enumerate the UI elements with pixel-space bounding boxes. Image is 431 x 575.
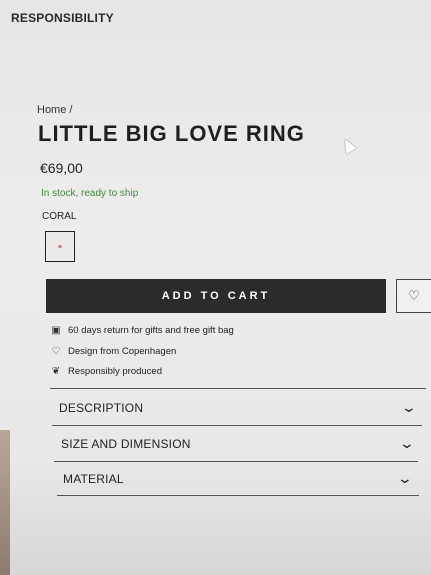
heart-icon: ♡: [408, 288, 420, 303]
feature-responsible: ❦ Responsibly produced: [50, 366, 162, 377]
stock-status: In stock, ready to ship: [41, 188, 139, 199]
accordion-label: MATERIAL: [63, 471, 124, 486]
accordion-size-and-dimension[interactable]: SIZE AND DIMENSION ⌄: [61, 435, 416, 452]
color-label: CORAL: [42, 211, 77, 222]
gift-icon: ▣: [51, 325, 61, 336]
accordion-description[interactable]: DESCRIPTION ⌄: [59, 399, 418, 416]
swatch-dot: [58, 245, 62, 248]
feature-text: 60 days return for gifts and free gift b…: [68, 325, 234, 336]
heart-icon: ♡: [51, 346, 61, 357]
background-edge: [0, 430, 10, 575]
chevron-down-icon: ⌄: [400, 399, 418, 415]
leaf-icon: ❦: [51, 366, 61, 377]
divider: [57, 495, 419, 496]
add-to-cart-button[interactable]: ADD TO CART: [46, 279, 386, 313]
chevron-down-icon: ⌄: [398, 435, 416, 451]
feature-text: Design from Copenhagen: [68, 346, 177, 357]
product-price: €69,00: [40, 160, 83, 176]
wishlist-button[interactable]: ♡: [396, 279, 431, 313]
chevron-down-icon: ⌄: [396, 470, 414, 486]
feature-design: ♡ Design from Copenhagen: [50, 346, 177, 357]
accordion-label: SIZE AND DIMENSION: [61, 436, 191, 451]
product-title: LITTLE BIG LOVE RING: [38, 121, 305, 146]
color-swatch-coral[interactable]: [45, 231, 75, 262]
divider: [52, 425, 422, 426]
feature-gift: ▣ 60 days return for gifts and free gift…: [50, 325, 234, 336]
accordion-material[interactable]: MATERIAL ⌄: [63, 470, 414, 487]
accordion-label: DESCRIPTION: [59, 400, 144, 415]
divider: [54, 461, 418, 462]
breadcrumb-home[interactable]: Home /: [37, 104, 72, 116]
divider: [50, 388, 426, 389]
nav-responsibility-link[interactable]: RESPONSIBILITY: [11, 11, 114, 25]
feature-text: Responsibly produced: [68, 366, 163, 377]
